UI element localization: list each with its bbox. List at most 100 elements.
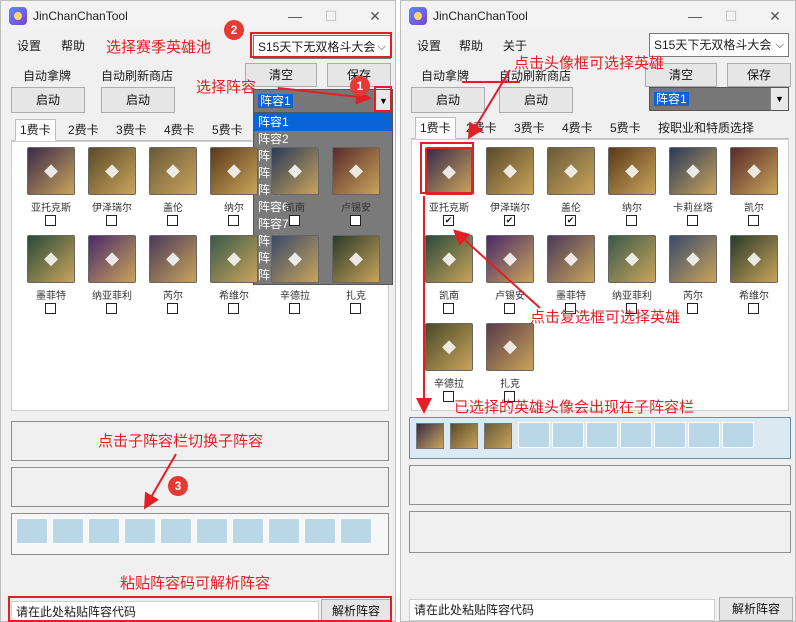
sub-lineup-slot[interactable]: [552, 422, 584, 448]
hero-checkbox[interactable]: ✔: [504, 215, 515, 226]
maximize-icon[interactable]: ☐: [719, 7, 743, 25]
sub-lineup-bar-3[interactable]: [11, 513, 389, 555]
menu-settings[interactable]: 设置: [17, 37, 41, 53]
dropdown-arrow-icon[interactable]: ▼: [770, 88, 788, 110]
sub-lineup-slot[interactable]: [304, 518, 336, 544]
hero-checkbox[interactable]: [748, 303, 759, 314]
hero-avatar[interactable]: ◆: [425, 235, 473, 283]
sub-lineup-slot[interactable]: [620, 422, 652, 448]
sub-lineup-slot[interactable]: [654, 422, 686, 448]
hero-avatar[interactable]: ◆: [486, 323, 534, 371]
tab-2-cost[interactable]: 2费卡: [63, 119, 104, 141]
lineup-option[interactable]: 阵容2: [254, 131, 392, 148]
hero-avatar[interactable]: ◆: [27, 235, 75, 283]
selected-hero-avatar[interactable]: [416, 423, 444, 449]
hero-checkbox[interactable]: [443, 391, 454, 402]
menu-about[interactable]: 关于: [503, 37, 527, 53]
tab-1-cost[interactable]: 1费卡: [15, 119, 56, 141]
hero-avatar[interactable]: ◆: [27, 147, 75, 195]
hero-checkbox[interactable]: [443, 303, 454, 314]
sub-lineup-slot[interactable]: [268, 518, 300, 544]
hero-checkbox[interactable]: ✔: [443, 215, 454, 226]
sub-lineup-slot[interactable]: [586, 422, 618, 448]
hero-avatar[interactable]: ◆: [608, 235, 656, 283]
hero-avatar[interactable]: ◆: [669, 235, 717, 283]
hero-checkbox[interactable]: [167, 303, 178, 314]
sub-lineup-slot[interactable]: [232, 518, 264, 544]
hero-avatar[interactable]: ◆: [547, 235, 595, 283]
sub-lineup-slot[interactable]: [88, 518, 120, 544]
sub-lineup-slot[interactable]: [52, 518, 84, 544]
hero-avatar[interactable]: ◆: [88, 235, 136, 283]
parse-lineup-button[interactable]: 解析阵容: [719, 597, 793, 621]
hero-avatar[interactable]: ◆: [88, 147, 136, 195]
hero-checkbox[interactable]: [45, 215, 56, 226]
auto-refresh-start-button[interactable]: 启动: [101, 87, 175, 113]
hero-avatar[interactable]: ◆: [730, 147, 778, 195]
minimize-icon[interactable]: —: [283, 7, 307, 25]
hero-avatar[interactable]: ◆: [547, 147, 595, 195]
tab-1-cost[interactable]: 1费卡: [415, 117, 456, 139]
tab-5-cost[interactable]: 5费卡: [207, 119, 248, 141]
hero-checkbox[interactable]: [45, 303, 56, 314]
hero-checkbox[interactable]: [350, 215, 361, 226]
sub-lineup-bar-2[interactable]: [11, 467, 389, 507]
lineup-code-input[interactable]: 请在此处粘贴阵容代码: [409, 599, 715, 621]
selected-hero-avatar[interactable]: [450, 423, 478, 449]
hero-avatar[interactable]: ◆: [210, 147, 258, 195]
season-select[interactable]: S15天下无双格斗大会 ⌵: [649, 33, 789, 57]
hero-avatar[interactable]: ◆: [332, 235, 380, 283]
hero-avatar[interactable]: ◆: [486, 147, 534, 195]
close-icon[interactable]: ✕: [763, 7, 787, 25]
menu-help[interactable]: 帮助: [61, 37, 85, 53]
lineup-option[interactable]: 阵容7: [254, 216, 392, 233]
hero-checkbox[interactable]: [504, 303, 515, 314]
hero-checkbox[interactable]: [228, 303, 239, 314]
hero-checkbox[interactable]: [687, 215, 698, 226]
sub-lineup-slot[interactable]: [688, 422, 720, 448]
lineup-option[interactable]: 阵容1: [254, 114, 392, 131]
hero-avatar[interactable]: ◆: [271, 147, 319, 195]
tab-3-cost[interactable]: 3费卡: [111, 119, 152, 141]
hero-avatar[interactable]: ◆: [271, 235, 319, 283]
auto-buy-start-button[interactable]: 启动: [411, 87, 485, 113]
tab-4-cost[interactable]: 4费卡: [159, 119, 200, 141]
hero-avatar[interactable]: ◆: [332, 147, 380, 195]
hero-checkbox[interactable]: [167, 215, 178, 226]
auto-buy-start-button[interactable]: 启动: [11, 87, 85, 113]
sub-lineup-slot[interactable]: [16, 518, 48, 544]
close-icon[interactable]: ✕: [363, 7, 387, 25]
sub-lineup-slot[interactable]: [124, 518, 156, 544]
sub-lineup-bar-2[interactable]: [409, 465, 791, 505]
menu-settings[interactable]: 设置: [417, 37, 441, 53]
hero-checkbox[interactable]: [106, 215, 117, 226]
selected-hero-avatar[interactable]: [484, 423, 512, 449]
tab-4-cost[interactable]: 4费卡: [557, 117, 598, 139]
sub-lineup-bar-1[interactable]: [409, 417, 791, 459]
hero-avatar[interactable]: ◆: [730, 235, 778, 283]
sub-lineup-slot[interactable]: [160, 518, 192, 544]
tab-by-trait[interactable]: 按职业和特质选择: [653, 117, 759, 139]
hero-avatar[interactable]: ◆: [669, 147, 717, 195]
hero-checkbox[interactable]: [748, 215, 759, 226]
hero-checkbox[interactable]: [106, 303, 117, 314]
lineup-select[interactable]: 阵容1 ▼: [649, 87, 789, 111]
hero-avatar[interactable]: ◆: [608, 147, 656, 195]
hero-checkbox[interactable]: [289, 303, 300, 314]
maximize-icon[interactable]: ☐: [319, 7, 343, 25]
sub-lineup-slot[interactable]: [340, 518, 372, 544]
hero-checkbox[interactable]: [228, 215, 239, 226]
hero-checkbox[interactable]: [687, 303, 698, 314]
tab-3-cost[interactable]: 3费卡: [509, 117, 550, 139]
hero-avatar[interactable]: ◆: [149, 235, 197, 283]
hero-checkbox[interactable]: [350, 303, 361, 314]
hero-checkbox[interactable]: ✔: [565, 215, 576, 226]
save-button[interactable]: 保存: [727, 63, 791, 87]
lineup-select[interactable]: 阵容1 ▼: [253, 89, 393, 113]
hero-checkbox[interactable]: [626, 215, 637, 226]
hero-avatar[interactable]: ◆: [486, 235, 534, 283]
hero-avatar[interactable]: ◆: [149, 147, 197, 195]
auto-refresh-start-button[interactable]: 启动: [499, 87, 573, 113]
sub-lineup-slot[interactable]: [196, 518, 228, 544]
sub-lineup-bar-3[interactable]: [409, 511, 791, 553]
